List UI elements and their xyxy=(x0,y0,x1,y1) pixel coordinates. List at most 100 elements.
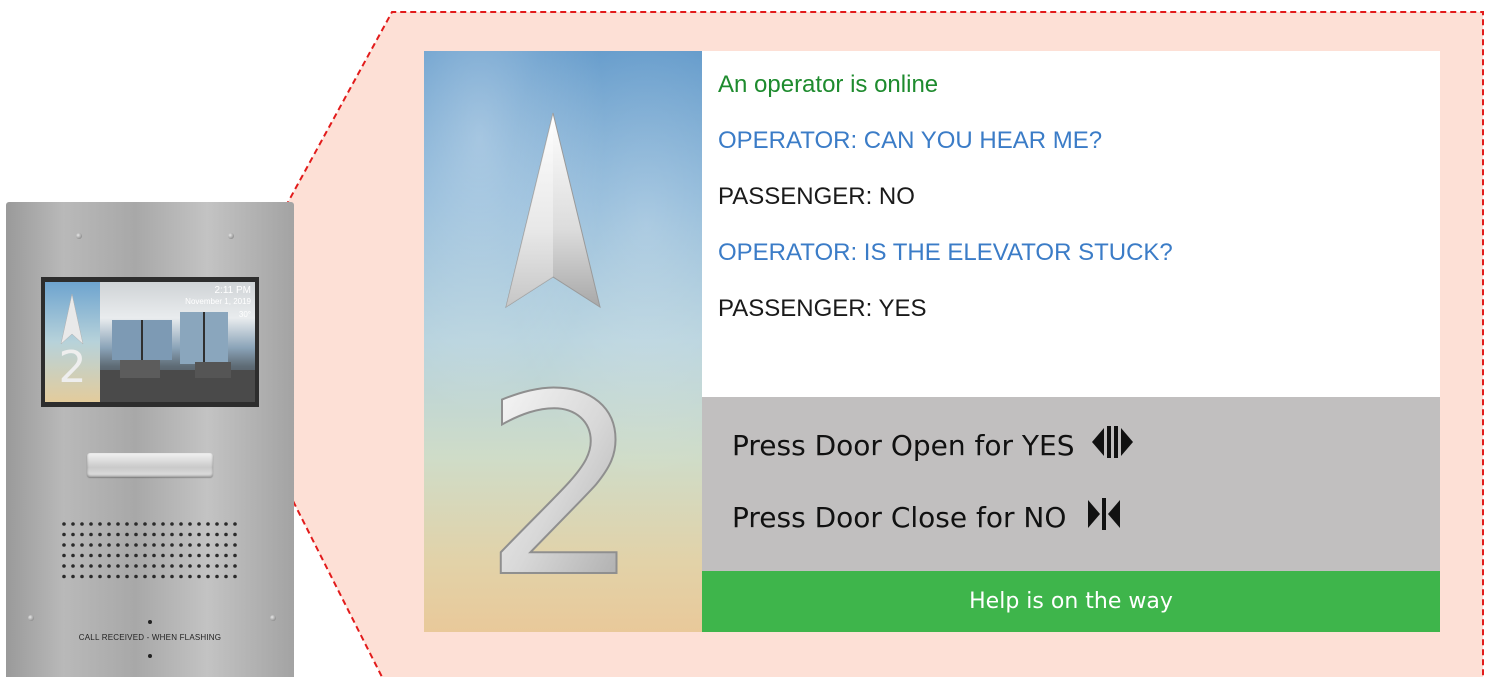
speaker-hole xyxy=(116,553,120,558)
speaker-hole xyxy=(233,564,237,568)
speaker-hole xyxy=(107,522,111,526)
speaker-hole xyxy=(125,522,129,526)
speaker-hole xyxy=(116,564,120,568)
speaker-hole xyxy=(134,522,138,526)
indicator-light-icon xyxy=(148,654,152,658)
speaker-hole xyxy=(224,574,228,579)
screw-icon xyxy=(76,233,82,239)
speaker-hole xyxy=(206,553,210,558)
speaker-hole xyxy=(107,543,111,547)
speaker-hole xyxy=(188,574,192,579)
speaker-hole xyxy=(71,543,75,547)
speaker-hole xyxy=(107,574,111,579)
card-reader-slot xyxy=(87,453,213,477)
speaker-hole xyxy=(197,553,201,558)
door-close-icon xyxy=(1084,496,1126,539)
speaker-hole xyxy=(188,543,192,547)
speaker-hole xyxy=(152,564,156,568)
passenger-message: PASSENGER: YES xyxy=(718,295,927,322)
speaker-hole xyxy=(89,532,93,537)
speaker-hole xyxy=(89,553,93,558)
speaker-hole xyxy=(143,553,147,558)
operator-online-status: An operator is online xyxy=(718,71,939,98)
speaker-hole xyxy=(143,532,147,537)
speaker-hole xyxy=(125,553,129,558)
speaker-hole xyxy=(233,574,237,579)
conversation-log: An operator is online OPERATOR: CAN YOU … xyxy=(718,71,1440,351)
screw-icon xyxy=(270,615,276,621)
speaker-hole xyxy=(62,553,66,558)
speaker-hole xyxy=(215,574,219,579)
floor-indicator-panel: 2 xyxy=(424,51,702,632)
speaker-hole xyxy=(197,532,201,537)
speaker-hole xyxy=(125,574,129,579)
speaker-hole xyxy=(215,532,219,537)
speaker-hole xyxy=(206,574,210,579)
speaker-hole xyxy=(152,522,156,526)
speaker-hole xyxy=(125,564,129,568)
speaker-hole xyxy=(80,574,84,579)
floor-number: 2 xyxy=(482,341,641,632)
speaker-hole xyxy=(71,553,75,558)
speaker-hole xyxy=(152,532,156,537)
elevator-intercom-panel: 2 2:11 PM November 1, 2019 30° CALL RECE… xyxy=(6,202,294,677)
speaker-hole xyxy=(80,553,84,558)
speaker-hole xyxy=(107,553,111,558)
speaker-hole xyxy=(80,564,84,568)
speaker-hole xyxy=(188,553,192,558)
speaker-hole xyxy=(215,543,219,547)
up-arrow-icon xyxy=(505,112,601,309)
door-open-yes-prompt: Press Door Open for YES xyxy=(732,423,1134,467)
indicator-light-icon xyxy=(148,620,152,624)
speaker-hole xyxy=(161,553,165,558)
speaker-hole xyxy=(233,532,237,537)
speaker-hole xyxy=(152,553,156,558)
speaker-hole xyxy=(233,522,237,526)
operator-message: OPERATOR: IS THE ELEVATOR STUCK? xyxy=(718,239,1173,266)
speaker-hole xyxy=(71,564,75,568)
speaker-hole xyxy=(179,574,183,579)
door-open-icon xyxy=(1092,424,1134,467)
speaker-hole xyxy=(62,543,66,547)
speaker-hole xyxy=(224,522,228,526)
speaker-hole xyxy=(116,532,120,537)
speaker-hole xyxy=(134,564,138,568)
speaker-hole xyxy=(71,574,75,579)
speaker-hole xyxy=(170,574,174,579)
speaker-hole xyxy=(62,532,66,537)
speaker-hole xyxy=(170,543,174,547)
speaker-hole xyxy=(233,543,237,547)
speaker-hole xyxy=(161,543,165,547)
speaker-hole xyxy=(62,574,66,579)
speaker-hole xyxy=(107,532,111,537)
passenger-message: PASSENGER: NO xyxy=(718,183,915,210)
elevator-emergency-display: 2 An operator is online OPERATOR: CAN YO… xyxy=(424,51,1440,632)
speaker-hole xyxy=(170,532,174,537)
speaker-hole xyxy=(89,564,93,568)
speaker-grille xyxy=(62,522,237,579)
speaker-hole xyxy=(116,543,120,547)
speaker-hole xyxy=(89,543,93,547)
speaker-hole xyxy=(170,564,174,568)
speaker-hole xyxy=(125,543,129,547)
speaker-hole xyxy=(161,574,165,579)
speaker-hole xyxy=(80,532,84,537)
speaker-hole xyxy=(71,532,75,537)
speaker-hole xyxy=(233,553,237,558)
speaker-hole xyxy=(62,564,66,568)
door-close-no-label: Press Door Close for NO xyxy=(732,500,1067,534)
speaker-hole xyxy=(134,574,138,579)
speaker-hole xyxy=(98,522,102,526)
mini-floor-indicator: 2 xyxy=(45,282,100,402)
speaker-hole xyxy=(188,522,192,526)
speaker-hole xyxy=(179,522,183,526)
speaker-hole xyxy=(116,574,120,579)
call-received-label: CALL RECEIVED - WHEN FLASHING xyxy=(78,633,222,642)
speaker-hole xyxy=(98,553,102,558)
speaker-hole xyxy=(170,553,174,558)
speaker-hole xyxy=(98,532,102,537)
speaker-hole xyxy=(161,564,165,568)
speaker-hole xyxy=(143,564,147,568)
speaker-hole xyxy=(206,543,210,547)
door-close-no-prompt: Press Door Close for NO xyxy=(732,495,1126,539)
